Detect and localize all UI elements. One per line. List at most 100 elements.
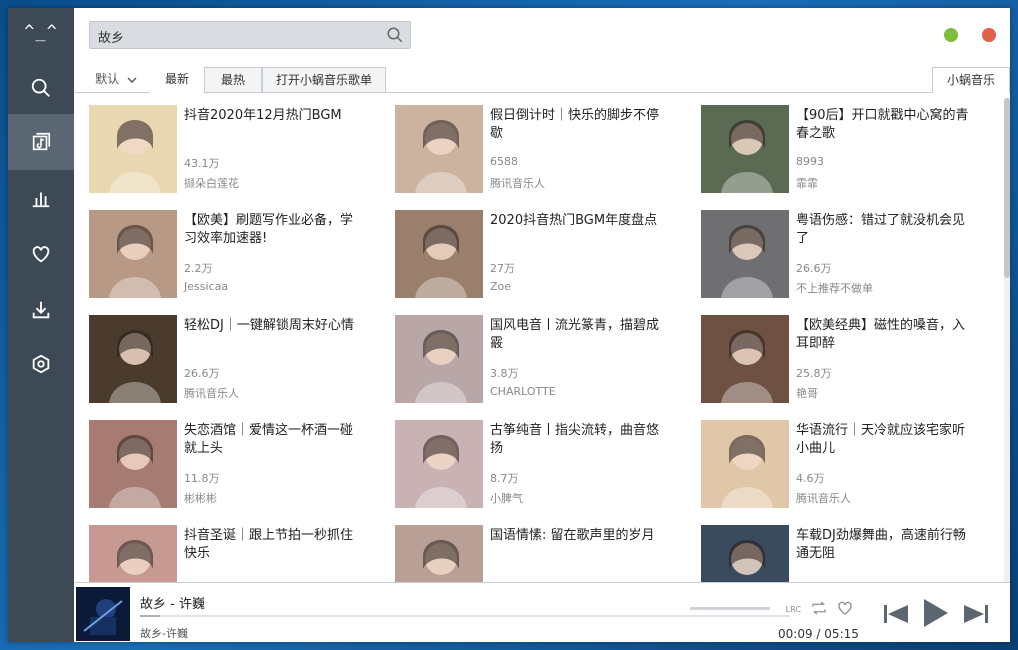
sidebar-item-charts[interactable] xyxy=(8,170,74,226)
sidebar-item-search[interactable] xyxy=(8,60,74,116)
playlist-author[interactable]: 不上推荐不做单 xyxy=(796,280,873,296)
playlist-title[interactable]: 【欧美经典】磁性的嗓音，入耳即醉 xyxy=(796,317,976,353)
playlist-card[interactable]: 轻松DJ｜一键解锁周末好心情 26.6万 腾讯音乐人 xyxy=(74,315,364,405)
time-display: 00:09 / 05:15 xyxy=(778,627,859,641)
playlist-cover[interactable] xyxy=(395,210,483,298)
sidebar-item-library[interactable] xyxy=(8,114,74,170)
playlist-title[interactable]: 抖音圣诞｜跟上节拍一秒抓住快乐 xyxy=(184,527,364,563)
playlist-cover[interactable] xyxy=(395,315,483,403)
playlist-card[interactable]: 华语流行｜天冷就应该宅家听小曲儿 4.6万腾讯音乐人 xyxy=(686,420,976,510)
progress-fill xyxy=(140,615,160,617)
playlist-card[interactable]: 抖音圣诞｜跟上节拍一秒抓住快乐 xyxy=(74,525,364,582)
playlist-card[interactable]: 【90后】开口就戳中心窝的青春之歌 8993 霏霏 xyxy=(686,105,976,195)
previous-icon[interactable] xyxy=(882,601,910,627)
playlist-cover[interactable] xyxy=(89,420,177,508)
volume-slider[interactable] xyxy=(690,607,770,610)
next-icon[interactable] xyxy=(962,601,990,627)
playlist-cover[interactable] xyxy=(89,210,177,298)
playlist-cover[interactable] xyxy=(89,525,177,582)
sidebar-item-favorites[interactable] xyxy=(8,226,74,282)
playlist-card[interactable]: 2020抖音热门BGM年度盘点 27万 Zoe xyxy=(380,210,670,300)
playlist-title[interactable]: 【欧美】刷题写作业必备，学习效率加速器! xyxy=(184,212,364,248)
playlist-card[interactable]: 【欧美】刷题写作业必备，学习效率加速器! 2.2万 Jessicaa xyxy=(74,210,364,300)
search-icon[interactable] xyxy=(386,26,404,44)
playlist-card[interactable]: 国风电音丨流光篆青，描碧成霰 3.8万 CHARLOTTE xyxy=(380,315,670,405)
playlist-play-count: 11.8万 xyxy=(184,472,220,485)
app-logo: ^_^ xyxy=(24,22,58,42)
playlist-card[interactable]: 【欧美经典】磁性的嗓音，入耳即醉 25.8万艳哥 xyxy=(686,315,976,405)
playlist-cover[interactable] xyxy=(395,525,483,582)
playlist-card[interactable]: 国语情愫: 留在歌声里的岁月 xyxy=(380,525,670,582)
playlist-cover[interactable] xyxy=(89,315,177,403)
playlist-cover[interactable] xyxy=(395,420,483,508)
progress-bar[interactable] xyxy=(140,615,790,617)
playlist-title[interactable]: 粤语伤感：错过了就没机会见了 xyxy=(796,212,976,248)
playlist-title[interactable]: 抖音2020年12月热门BGM xyxy=(184,107,364,125)
playlist-play-count: 8993 xyxy=(796,155,824,168)
playlist-author[interactable]: 彬彬彬 xyxy=(184,490,217,506)
playlist-card[interactable]: 假日倒计时｜快乐的脚步不停歇 6588 腾讯音乐人 xyxy=(380,105,670,195)
sort-dropdown[interactable]: 默认 xyxy=(86,67,146,92)
playlist-title[interactable]: 国风电音丨流光篆青，描碧成霰 xyxy=(490,317,670,353)
playlist-card[interactable]: 粤语伤感：错过了就没机会见了 26.6万 不上推荐不做单 xyxy=(686,210,976,300)
playlist-card[interactable]: 抖音2020年12月热门BGM 43.1万 撷朵白莲花 xyxy=(74,105,364,195)
playlist-author[interactable]: 霏霏 xyxy=(796,175,818,191)
search-box xyxy=(89,21,411,50)
repeat-icon[interactable] xyxy=(810,599,828,617)
playlist-play-count: 6588 xyxy=(490,155,518,168)
sidebar-item-downloads[interactable] xyxy=(8,282,74,338)
tab-newest[interactable]: 最新 xyxy=(150,67,204,93)
lyrics-icon[interactable]: LRC xyxy=(784,599,802,617)
playlist-author[interactable]: 腾讯音乐人 xyxy=(184,385,239,401)
playlist-card[interactable]: 古筝纯音丨指尖流转，曲音悠扬 8.7万小脾气 xyxy=(380,420,670,510)
svg-text:LRC: LRC xyxy=(786,604,802,614)
album-cover[interactable] xyxy=(76,587,130,641)
playlist-cover[interactable] xyxy=(701,420,789,508)
playlist-card[interactable]: 失恋酒馆｜爱情这一杯酒一碰就上头 11.8万彬彬彬 xyxy=(74,420,364,510)
playlist-cover[interactable] xyxy=(701,315,789,403)
playlist-title[interactable]: 国语情愫: 留在歌声里的岁月 xyxy=(490,527,670,545)
close-button[interactable] xyxy=(982,28,996,42)
playlist-cover[interactable] xyxy=(701,525,789,582)
sidebar: ^_^ xyxy=(8,8,74,642)
time-separator: / xyxy=(816,627,821,641)
playlist-author[interactable]: Zoe xyxy=(490,280,511,293)
tab-xiaowo-music[interactable]: 小蜗音乐 xyxy=(932,67,1010,93)
tab-bar: 默认 最新 最热 打开小蜗音乐歌单 小蜗音乐 xyxy=(74,64,1010,93)
playlist-title[interactable]: 华语流行｜天冷就应该宅家听小曲儿 xyxy=(796,422,976,458)
sidebar-item-settings[interactable] xyxy=(8,336,74,392)
current-time: 00:09 xyxy=(778,627,813,641)
chart-icon xyxy=(32,192,50,208)
playlist-play-count: 8.7万 xyxy=(490,472,519,485)
playlist-author[interactable]: 腾讯音乐人 xyxy=(490,175,545,191)
minimize-button[interactable] xyxy=(944,28,958,42)
playlist-cover[interactable] xyxy=(701,210,789,298)
playlist-title[interactable]: 【90后】开口就戳中心窝的青春之歌 xyxy=(796,107,976,143)
playlist-play-count: 2.2万 xyxy=(184,262,213,275)
playlist-author[interactable]: 艳哥 xyxy=(796,385,818,401)
playlist-card[interactable]: 车载DJ劲爆舞曲，高速前行畅通无阻 xyxy=(686,525,976,582)
playlist-play-count: 4.6万 xyxy=(796,472,825,485)
favorite-icon[interactable] xyxy=(836,599,854,617)
playlist-title[interactable]: 假日倒计时｜快乐的脚步不停歇 xyxy=(490,107,670,143)
playlist-title[interactable]: 古筝纯音丨指尖流转，曲音悠扬 xyxy=(490,422,670,458)
playlist-title[interactable]: 失恋酒馆｜爱情这一杯酒一碰就上头 xyxy=(184,422,364,458)
playlist-author[interactable]: 小脾气 xyxy=(490,490,523,506)
playlist-cover[interactable] xyxy=(89,105,177,193)
search-input[interactable] xyxy=(96,22,380,50)
playlist-title[interactable]: 2020抖音热门BGM年度盘点 xyxy=(490,212,670,230)
play-icon[interactable] xyxy=(920,597,950,629)
playlist-cover[interactable] xyxy=(701,105,789,193)
scrollbar[interactable] xyxy=(1004,98,1010,582)
playlist-cover[interactable] xyxy=(395,105,483,193)
playlist-author[interactable]: 腾讯音乐人 xyxy=(796,490,851,506)
playlist-author[interactable]: Jessicaa xyxy=(184,280,228,293)
playlist-author[interactable]: 撷朵白莲花 xyxy=(184,175,239,191)
tab-hottest[interactable]: 最热 xyxy=(204,67,262,92)
playlist-author[interactable]: CHARLOTTE xyxy=(490,385,556,398)
playlist-play-count: 25.8万 xyxy=(796,367,832,380)
playlist-title[interactable]: 轻松DJ｜一键解锁周末好心情 xyxy=(184,317,364,335)
scrollbar-thumb[interactable] xyxy=(1004,98,1010,278)
playlist-title[interactable]: 车载DJ劲爆舞曲，高速前行畅通无阻 xyxy=(796,527,976,563)
tab-open-playlist[interactable]: 打开小蜗音乐歌单 xyxy=(262,67,386,92)
